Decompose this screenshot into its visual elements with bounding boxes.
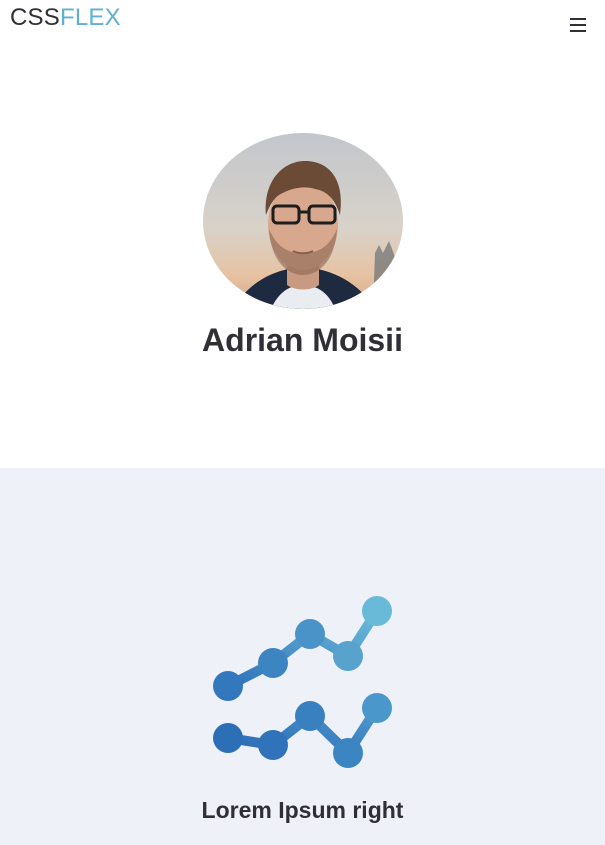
profile-name: Adrian Moisii (202, 322, 403, 358)
chart-point (333, 738, 363, 768)
hamburger-menu-icon[interactable] (568, 10, 588, 34)
top-navbar: CSSFLEX (0, 0, 605, 44)
chart-point (213, 723, 243, 753)
chart-point (295, 701, 325, 731)
chart-point (333, 641, 363, 671)
chart-point (362, 693, 392, 723)
line-chart-svg (213, 596, 392, 768)
chart-point (295, 619, 325, 649)
logo-text-flex: FLEX (59, 4, 121, 31)
feature-title: Lorem Ipsum right (201, 797, 404, 823)
menu-line (570, 30, 586, 32)
avatar (203, 133, 403, 309)
menu-line (570, 24, 586, 26)
line-chart-icon (205, 594, 405, 774)
chart-point (258, 648, 288, 678)
logo-text-css: CSS (10, 4, 60, 31)
chart-point (213, 671, 243, 701)
site-logo[interactable]: CSSFLEX (10, 4, 121, 32)
hero-section: Adrian Moisii (0, 44, 605, 468)
feature-section: Lorem Ipsum right (0, 468, 605, 845)
chart-point (362, 596, 392, 626)
profile-photo (203, 133, 403, 309)
chart-point (258, 730, 288, 760)
menu-line (570, 18, 586, 20)
